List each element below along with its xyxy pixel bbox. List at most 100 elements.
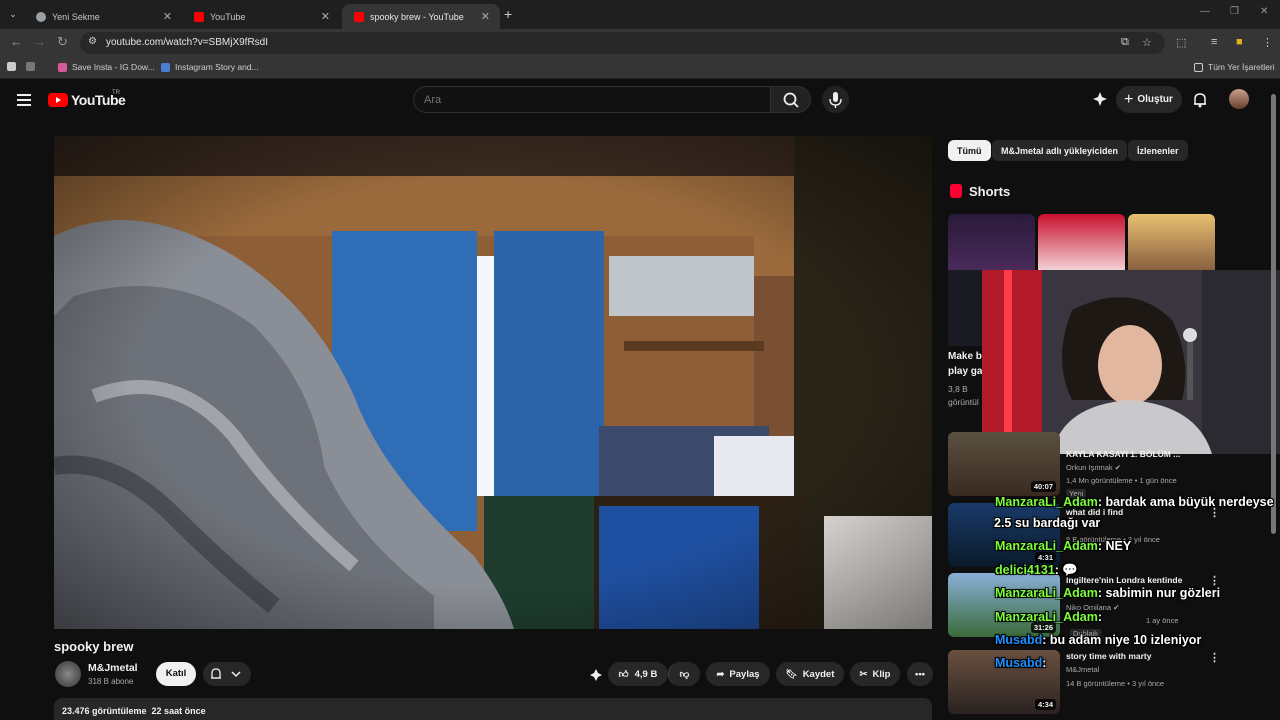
chat-text: : <box>1097 610 1102 624</box>
bookmark-star-icon[interactable]: ☆ <box>1142 36 1152 49</box>
bookmark-icon: 🔖︎ <box>785 668 798 680</box>
chip-watched[interactable]: İzlenenler <box>1128 140 1188 161</box>
subscription-bell-button[interactable] <box>203 662 251 686</box>
voice-search-button[interactable] <box>822 86 849 113</box>
back-arrow-icon[interactable]: ← <box>10 34 23 49</box>
plus-icon: + <box>1124 90 1134 108</box>
chat-message: ManzaraLi_Adam: bardak ama büyük nerdeys… <box>995 495 1274 509</box>
related-video-title[interactable]: story time with marty <box>1066 651 1206 661</box>
tab-search-chevron-icon[interactable]: ⌄ <box>5 6 21 22</box>
browser-tab-bar: ⌄ Yeni Sekme ✕ YouTube ✕ spooky brew - Y… <box>0 0 1280 29</box>
bookmarks-bar: Save Insta - IG Dow... Instagram Story a… <box>0 57 1280 79</box>
channel-name[interactable]: M&Jmetal <box>88 662 138 674</box>
close-tab-icon[interactable]: ✕ <box>481 10 490 23</box>
browser-menu-icon[interactable]: ⋮ <box>1262 36 1273 49</box>
address-bar[interactable]: ⚙ youtube.com/watch?v=SBMjX9fRsdI ⧉ ☆ <box>80 32 1165 54</box>
chat-username: ManzaraLi_Adam <box>995 539 1098 553</box>
related-video-thumbnail[interactable]: 4:31 <box>948 503 1060 567</box>
extensions-icon[interactable]: ⬚ <box>1176 36 1186 49</box>
tab-label: YouTube <box>210 11 246 22</box>
reload-icon[interactable]: ↻ <box>57 34 68 50</box>
chat-text: : bu adam niye 10 izleniyor <box>1042 633 1202 647</box>
microphone-icon <box>829 92 842 108</box>
sparkle-icon[interactable] <box>589 668 603 682</box>
url-text[interactable]: youtube.com/watch?v=SBMjX9fRsdI <box>106 37 268 48</box>
create-button[interactable]: + Oluştur <box>1116 86 1182 113</box>
chat-text: : 💬 <box>1054 563 1078 577</box>
verified-check-icon: ✔ <box>1114 463 1122 472</box>
create-label: Oluştur <box>1137 94 1173 105</box>
related-video-title[interactable]: KAYLA KASAYI 1. BÖLÜM ... <box>1066 449 1206 459</box>
apps-grid-icon[interactable] <box>26 62 40 71</box>
bookmark-label: Save Insta - IG Dow... <box>72 62 155 72</box>
all-bookmarks[interactable]: Tüm Yer İşaretleri <box>1194 62 1275 72</box>
related-video-channel[interactable]: Orkun Işıtmak ✔ <box>1066 463 1121 472</box>
like-button[interactable]: 👍︎ 4,9 B <box>608 662 668 686</box>
search-input[interactable] <box>413 86 770 113</box>
notifications-bell-icon[interactable] <box>1192 91 1208 108</box>
related-video-meta: 14 B görüntüleme • 3 yıl önce <box>1066 679 1165 688</box>
install-app-icon[interactable]: ⧉ <box>1121 36 1129 49</box>
close-tab-icon[interactable]: ✕ <box>163 10 172 23</box>
more-actions-button[interactable]: ••• <box>907 662 933 686</box>
close-tab-icon[interactable]: ✕ <box>321 10 330 23</box>
sparkle-icon[interactable] <box>1092 91 1108 107</box>
chat-message: Musabd: <box>995 656 1046 670</box>
tab-label: Yeni Sekme <box>52 11 100 22</box>
short-title[interactable]: play ga <box>948 366 982 377</box>
clip-button[interactable]: ✂ Klip <box>850 662 900 686</box>
hamburger-menu-icon[interactable] <box>17 94 31 106</box>
channel-name[interactable]: Orkun Işıtmak <box>1066 463 1113 472</box>
search-button[interactable] <box>770 86 811 113</box>
channel-avatar[interactable] <box>55 661 81 687</box>
window-close-icon[interactable]: ✕ <box>1260 6 1268 17</box>
chat-message: Musabd: bu adam niye 10 izleniyor <box>995 633 1201 647</box>
save-button[interactable]: 🔖︎ Kaydet <box>776 662 844 686</box>
bookmark-save-insta[interactable]: Save Insta - IG Dow... <box>58 62 155 72</box>
new-tab-plus-icon[interactable]: + <box>504 6 512 22</box>
restore-icon[interactable]: ❐ <box>1230 6 1239 17</box>
short-thumbnail[interactable] <box>1128 214 1215 270</box>
bookmark-instagram-story[interactable]: Instagram Story and... <box>161 62 259 72</box>
share-button[interactable]: ➦ Paylaş <box>706 662 770 686</box>
youtube-logo[interactable]: YouTube TR <box>48 90 126 108</box>
tab-youtube[interactable]: YouTube ✕ <box>182 4 340 29</box>
short-thumbnail[interactable] <box>948 214 1035 270</box>
account-avatar[interactable] <box>1229 89 1249 109</box>
upload-date: 22 saat önce <box>151 706 206 716</box>
bookmark-folder-icon[interactable] <box>7 62 21 71</box>
bookmark-favicon-icon <box>161 62 170 72</box>
region-code: TR <box>112 90 120 96</box>
chat-message: ManzaraLi_Adam: <box>995 610 1102 624</box>
site-info-icon[interactable]: ⚙ <box>88 36 97 47</box>
chat-message: 2.5 su bardağı var <box>994 516 1100 530</box>
extension-icon[interactable]: ■ <box>1236 36 1243 48</box>
tab-spooky-brew[interactable]: spooky brew - YouTube ✕ <box>342 4 500 29</box>
subscriber-count: 318 B abone <box>88 677 134 686</box>
chat-message: ManzaraLi_Adam: sabimin nur gözleri <box>995 586 1220 600</box>
short-title[interactable]: Make b <box>948 351 982 362</box>
channel-name[interactable]: M&Jmetal <box>1066 665 1099 674</box>
chip-all[interactable]: Tümü <box>948 140 991 161</box>
page-scrollbar[interactable] <box>1271 94 1276 534</box>
description-box[interactable]: 23.476 görüntüleme 22 saat önce <box>54 698 932 720</box>
more-options-icon[interactable]: ⋮ <box>1209 651 1220 664</box>
dislike-button[interactable]: 👎︎ <box>668 662 700 686</box>
video-frame <box>54 136 932 629</box>
browser-toolbar: ← → ↻ ⚙ youtube.com/watch?v=SBMjX9fRsdI … <box>0 29 1280 57</box>
chat-username: ManzaraLi_Adam <box>995 495 1098 509</box>
chip-from-uploader[interactable]: M&Jmetal adlı yükleyiciden <box>992 140 1128 161</box>
chat-text: 2.5 su bardağı var <box>994 516 1101 530</box>
minimize-icon[interactable]: — <box>1200 6 1210 17</box>
forward-arrow-icon[interactable]: → <box>33 34 46 49</box>
join-button[interactable]: Katıl <box>156 662 196 686</box>
related-video-thumbnail[interactable]: 40:07 <box>948 432 1060 496</box>
related-video-thumbnail[interactable]: 31:26 <box>948 573 1060 637</box>
related-video-meta: 1,4 Mn görüntüleme • 1 gün önce <box>1066 476 1177 485</box>
reading-list-icon[interactable]: ≡ <box>1211 36 1217 48</box>
related-video-title[interactable]: İngiltere'nin Londra kentinde <box>1066 575 1206 585</box>
short-thumbnail[interactable] <box>1038 214 1125 270</box>
video-player[interactable] <box>54 136 932 629</box>
short-thumbnail-lower[interactable] <box>948 270 982 346</box>
tab-new-tab[interactable]: Yeni Sekme ✕ <box>24 4 182 29</box>
